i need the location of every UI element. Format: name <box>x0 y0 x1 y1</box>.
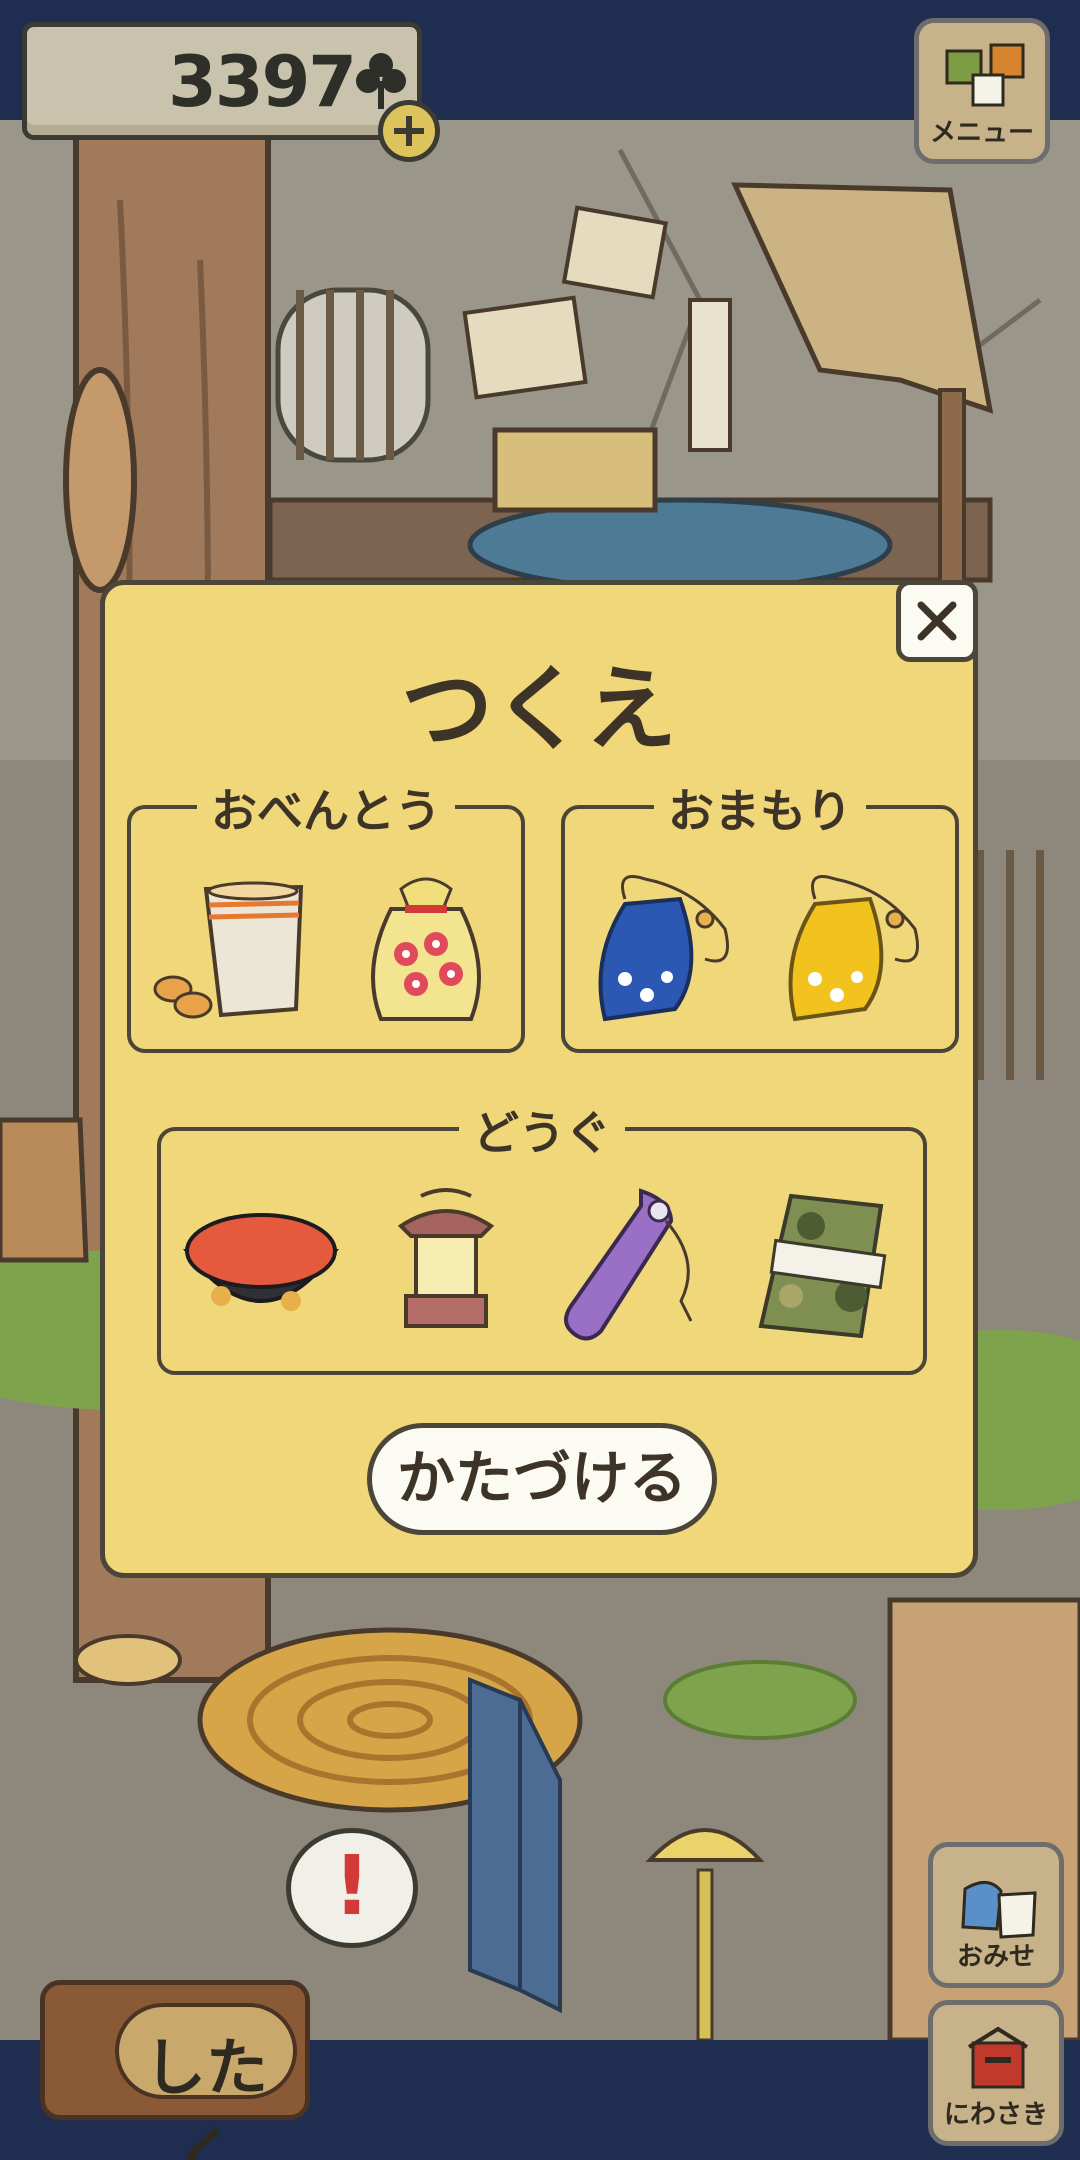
menu-squares-icon <box>945 43 1025 107</box>
shitaku-label: したく <box>143 2031 268 2160</box>
game-screen: 3397 メニュー つくえ おべんとう おまもり どうぐ かたづける ! したく… <box>0 0 1080 2160</box>
section-bento: おべんとう <box>127 775 525 1053</box>
add-clover-button[interactable] <box>378 100 440 162</box>
yellow-charm-pouch-icon[interactable] <box>775 859 945 1029</box>
shop-bags-icon <box>961 1881 1037 1939</box>
clover-count: 3397 <box>168 41 357 123</box>
section-label-omamori: おまもり <box>654 775 866 841</box>
garden-button[interactable]: にわさき <box>928 2000 1064 2146</box>
bread-bag-icon[interactable] <box>151 869 321 1029</box>
mailbox-icon <box>967 2026 1029 2089</box>
flower-wrap-bag-icon[interactable] <box>351 859 501 1029</box>
camo-tenugui-icon[interactable] <box>751 1186 901 1346</box>
shop-label: おみせ <box>956 1942 1035 1972</box>
section-label-dougu: どうぐ <box>459 1097 625 1163</box>
section-omamori: おまもり <box>561 775 959 1053</box>
shitaku-plate: したく <box>115 2003 297 2160</box>
shitaku-button[interactable]: したく <box>40 1980 310 2160</box>
close-button[interactable] <box>896 580 978 662</box>
section-label-bento: おべんとう <box>197 775 455 841</box>
exclamation-icon: ! <box>333 1839 371 1934</box>
shop-button[interactable]: おみせ <box>928 1842 1064 1988</box>
desk-dialog: つくえ おべんとう おまもり どうぐ かたづける <box>100 580 978 1578</box>
blue-charm-pouch-icon[interactable] <box>585 859 755 1029</box>
menu-label: メニュー <box>929 118 1034 148</box>
clover-counter: 3397 <box>22 22 422 140</box>
section-dougu: どうぐ <box>157 1097 927 1375</box>
put-away-button[interactable]: かたづける <box>367 1423 717 1535</box>
menu-button[interactable]: メニュー <box>914 18 1050 164</box>
red-bowl-icon[interactable] <box>181 1201 341 1331</box>
notification-bubble[interactable]: ! <box>286 1828 418 1948</box>
close-icon <box>917 601 957 641</box>
lantern-icon[interactable] <box>381 1186 511 1346</box>
dialog-title: つくえ <box>400 656 677 763</box>
garden-label: にわさき <box>943 2100 1048 2130</box>
purple-bottle-icon[interactable] <box>561 1181 711 1351</box>
